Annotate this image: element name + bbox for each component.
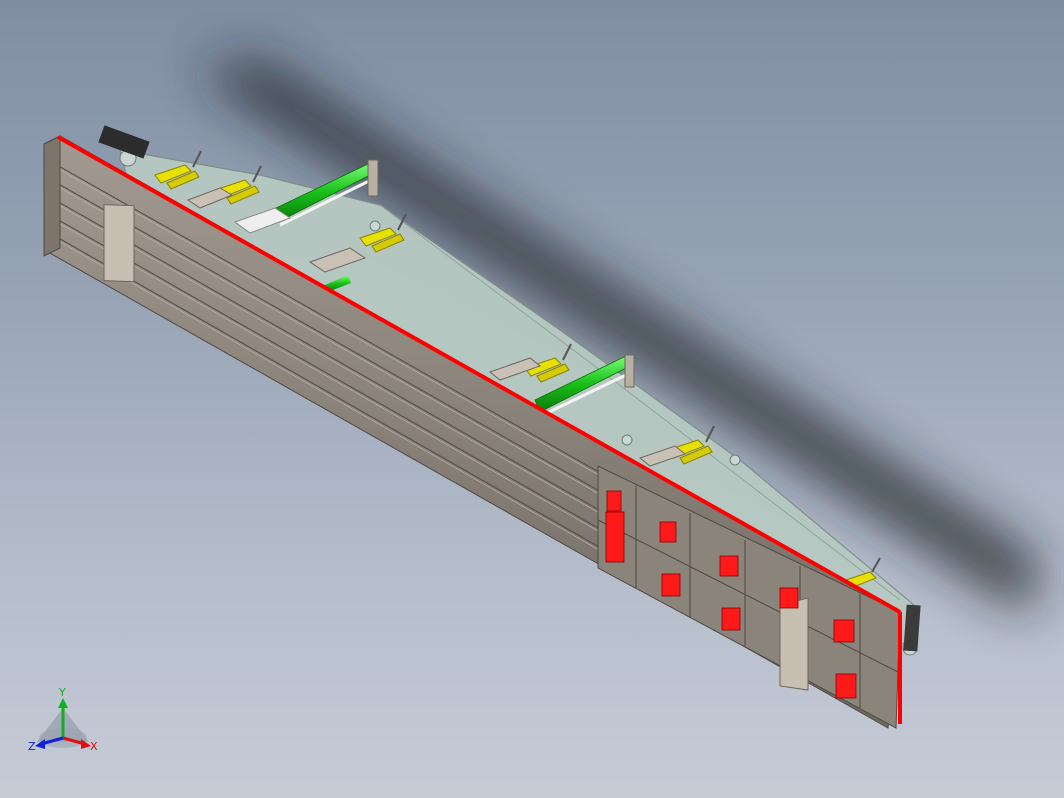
coordinate-triad[interactable]: Y X Z <box>28 686 98 753</box>
cad-model-scene[interactable]: Y X Z <box>0 0 1064 798</box>
z-axis-label: Z <box>28 740 36 753</box>
cad-viewport[interactable]: Y X Z <box>0 0 1064 798</box>
x-axis-label: X <box>90 740 98 753</box>
y-axis-label: Y <box>58 686 66 699</box>
